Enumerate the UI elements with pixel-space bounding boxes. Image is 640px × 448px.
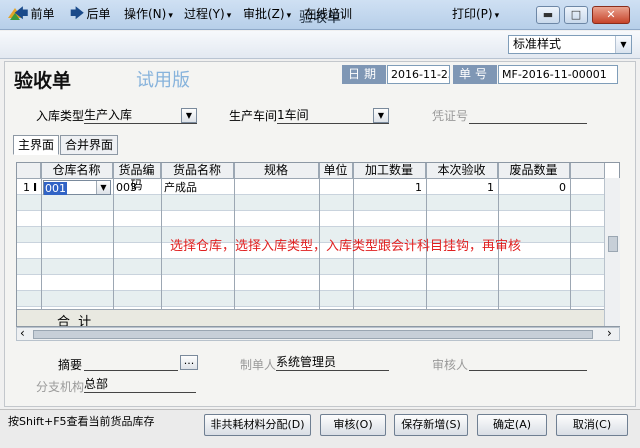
arrow-right-icon: 🡆 — [70, 6, 85, 22]
grid-divider — [570, 163, 571, 313]
sum-label: 合 计 — [57, 315, 94, 327]
menu-process[interactable]: 过程(Y) ▾ — [184, 5, 231, 23]
branch-label: 分支机构 — [36, 380, 85, 394]
maximize-button[interactable]: □ — [564, 6, 588, 24]
print-button[interactable]: 打印(P) ▾ — [452, 5, 499, 23]
chevron-down-icon[interactable]: ▼ — [615, 36, 631, 53]
prev-button[interactable]: 🡄 前单 — [14, 5, 54, 23]
print-style-value: 标准样式 — [513, 37, 562, 51]
allocate-materials-button[interactable]: 非共耗材料分配(D) — [204, 414, 311, 436]
menu-approval-label: 审批(Z) — [243, 7, 285, 21]
col-header-spec[interactable]: 规格 — [234, 163, 319, 179]
print-label: 打印(P) — [452, 7, 493, 21]
review-button[interactable]: 审核(O) — [320, 414, 386, 436]
grid-corner — [17, 163, 41, 179]
grid-horizontal-scrollbar[interactable]: ‹ › — [16, 326, 620, 341]
confirm-button[interactable]: 确定(A) — [477, 414, 547, 436]
table-row[interactable] — [17, 275, 619, 291]
table-row[interactable] — [17, 195, 619, 211]
col-header-code[interactable]: 货品编码 — [113, 163, 161, 192]
maker-field: 系统管理员 — [276, 353, 389, 371]
chevron-down-icon[interactable]: ▼ — [373, 108, 389, 123]
chevron-down-icon: ▾ — [286, 11, 292, 21]
page-title: 验收单 — [14, 70, 72, 92]
grid-divider — [41, 163, 42, 313]
menu-approval[interactable]: 审批(Z) ▾ — [243, 5, 291, 23]
next-label: 后单 — [86, 7, 111, 21]
qty-cell[interactable]: 1 — [355, 180, 422, 195]
save-new-button[interactable]: 保存新增(S) — [394, 414, 468, 436]
row-cursor-icon: I — [33, 181, 38, 194]
sum-row: 合 计 — [17, 309, 619, 326]
minimize-button[interactable]: ▬ — [536, 6, 560, 24]
status-hint: 按Shift+F5查看当前货品库存 — [8, 415, 155, 428]
warehouse-cell[interactable]: 001 ▼ — [43, 180, 111, 195]
maker-label: 制单人 — [240, 358, 277, 372]
workshop-value: 1车间 — [277, 108, 309, 122]
ellipsis-button[interactable]: ... — [180, 355, 198, 370]
chevron-down-icon: ▾ — [494, 11, 500, 21]
spec-cell[interactable] — [237, 180, 317, 195]
voucher-label: 凭证号 — [432, 109, 469, 123]
date-field[interactable]: 2016-11-23 — [387, 65, 450, 84]
number-field[interactable]: MF-2016-11-00001 — [498, 65, 618, 84]
reviewer-label: 审核人 — [432, 358, 469, 372]
col-header-warehouse[interactable]: 仓库名称 — [41, 163, 113, 179]
scroll-right-icon[interactable]: › — [607, 326, 612, 340]
date-label: 日期 — [342, 65, 386, 84]
chevron-down-icon[interactable]: ▼ — [96, 181, 110, 194]
menu-training-label: 在线培训 — [304, 7, 353, 21]
grid-divider — [161, 163, 162, 313]
print-style-select[interactable]: 标准样式 ▼ — [508, 35, 632, 54]
trial-badge: 试用版 — [136, 70, 190, 91]
accepted-cell[interactable]: 1 — [428, 180, 494, 195]
col-header-name[interactable]: 货品名称 — [161, 163, 234, 179]
menu-operation-label: 操作(N) — [124, 7, 167, 21]
scroll-thumb[interactable] — [608, 236, 618, 252]
col-header-accepted[interactable]: 本次验收 — [426, 163, 498, 179]
menu-operation[interactable]: 操作(N) ▾ — [124, 5, 173, 23]
summary-field[interactable] — [84, 353, 178, 371]
code-cell[interactable]: 003 — [116, 180, 137, 195]
table-row[interactable] — [17, 259, 619, 275]
prev-label: 前单 — [30, 7, 55, 21]
grid-vertical-scrollbar[interactable] — [604, 178, 620, 326]
workshop-label: 生产车间 — [229, 109, 278, 123]
grid-divider — [113, 163, 114, 313]
branch-field[interactable]: 总部 — [84, 375, 196, 393]
warehouse-cell-value: 001 — [44, 182, 67, 195]
menu-online-training[interactable]: 在线培训 — [304, 5, 352, 23]
chevron-down-icon: ▾ — [168, 11, 173, 21]
waste-cell[interactable]: 0 — [500, 180, 566, 195]
scroll-thumb[interactable] — [33, 330, 593, 339]
arrow-left-icon: 🡄 — [14, 6, 29, 22]
name-cell[interactable]: 产成品 — [164, 180, 197, 195]
col-header-extra — [570, 163, 605, 179]
voucher-field[interactable] — [469, 106, 587, 124]
col-header-unit[interactable]: 单位 — [319, 163, 353, 179]
instruction-message: 选择仓库，选择入库类型，入库类型跟会计科目挂钩，再审核 — [170, 239, 522, 254]
table-row[interactable] — [17, 211, 619, 227]
cancel-button[interactable]: 取消(C) — [556, 414, 628, 436]
in-type-label: 入库类型 — [36, 109, 85, 123]
menu-process-label: 过程(Y) — [184, 7, 225, 21]
table-row[interactable] — [17, 291, 619, 307]
scroll-left-icon[interactable]: ‹ — [20, 326, 25, 340]
summary-label: 摘要 — [58, 358, 83, 372]
reviewer-field — [469, 353, 587, 371]
tab-merge[interactable]: 合并界面 — [60, 135, 119, 155]
col-header-qty[interactable]: 加工数量 — [353, 163, 426, 179]
chevron-down-icon: ▾ — [226, 11, 232, 21]
chevron-down-icon[interactable]: ▼ — [181, 108, 197, 123]
tab-main[interactable]: 主界面 — [13, 135, 60, 155]
close-button[interactable]: ✕ — [592, 6, 630, 24]
number-label: 单号 — [453, 65, 497, 84]
col-header-waste[interactable]: 废品数量 — [498, 163, 570, 179]
next-button[interactable]: 🡆 后单 — [70, 5, 110, 23]
in-type-value: 生产入库 — [84, 108, 133, 122]
